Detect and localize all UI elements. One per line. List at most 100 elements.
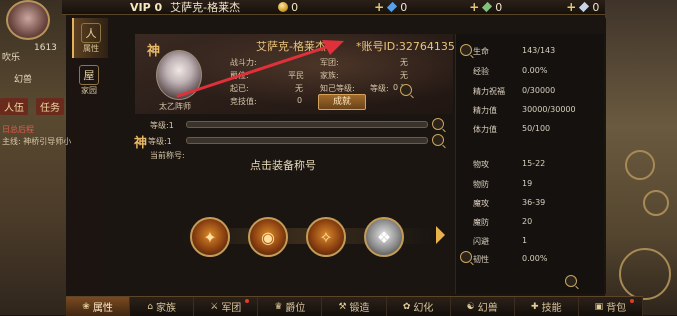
- vtab-label: 属性: [83, 43, 99, 53]
- tab-family[interactable]: ⌂ 家族: [130, 297, 195, 316]
- search-icon[interactable]: [460, 251, 472, 263]
- hero-class: 太乙阵师: [159, 102, 191, 111]
- add-silver-icon[interactable]: +: [566, 0, 576, 14]
- tab-skills[interactable]: ✚ 技能: [515, 297, 579, 316]
- skill-slot-icon[interactable]: [643, 190, 669, 216]
- confidant-level-label: 等级:: [370, 84, 389, 93]
- stat-value: 0.00%: [522, 66, 548, 75]
- skill-blade-ring-icon[interactable]: ✧: [306, 217, 346, 257]
- stat-value: 143/143: [522, 46, 556, 55]
- tab-label: 锻造: [349, 303, 370, 314]
- next-skill-arrow-icon[interactable]: [436, 226, 445, 244]
- gold-coin-icon: [278, 2, 289, 12]
- attack-button[interactable]: [619, 248, 671, 300]
- flower-icon: ❀: [82, 301, 90, 312]
- notification-dot: [629, 299, 634, 303]
- game-world-left: 1613 吹乐 幻兽 人伍 任务 日总后程 主线: 神桥引导师小: [0, 0, 71, 315]
- stat-label: 闪避: [473, 237, 489, 246]
- game-world-right: [605, 0, 677, 315]
- top-currency-bar: VIP 0 艾萨克-格莱杰 0 + 0 + 0 + 0: [62, 0, 605, 15]
- tab-label: 背包: [606, 303, 627, 314]
- family-value: 无: [400, 71, 408, 80]
- stat-value: 36-39: [522, 198, 546, 207]
- confidant-level-value: 0: [393, 83, 399, 92]
- shen-emblem-icon: 神: [147, 44, 161, 59]
- player-name: 艾萨克-格莱杰: [170, 1, 241, 14]
- equip-title-prompt[interactable]: 点击装备称号: [250, 157, 316, 173]
- stat-label: 体力值: [473, 125, 497, 134]
- tab-rank[interactable]: ♛ 爵位: [258, 297, 323, 316]
- search-icon[interactable]: [400, 84, 412, 96]
- add-bound-gem-icon[interactable]: +: [469, 0, 479, 14]
- bottom-tab-bar: ❀ 属性 ⌂ 家族 ⚔ 军团 ♛ 爵位 ⚒ 锻造 ✿ 幻化 ☯ 幻兽 ✚ 技能 …: [66, 296, 643, 316]
- swords-icon: ⚔: [210, 301, 219, 312]
- hero-portrait[interactable]: [156, 50, 202, 100]
- stat-value: 15-22: [522, 159, 546, 168]
- tab-label: 军团: [221, 303, 242, 314]
- bond-value: 无: [295, 84, 303, 93]
- shen-level-icon: 神: [134, 136, 148, 151]
- gem-icon: [387, 1, 398, 13]
- level-row-label: 等级:1: [150, 121, 174, 130]
- stat-label: 物防: [473, 180, 489, 189]
- vip-level[interactable]: VIP 0: [130, 1, 162, 14]
- shen-level-progress-bar: [186, 137, 428, 144]
- shen-level-row-label: 等级:1: [148, 137, 172, 146]
- tab-forge[interactable]: ⚒ 锻造: [322, 297, 387, 316]
- vtab-label: 家园: [81, 85, 97, 95]
- tab-label: 幻化: [413, 303, 434, 314]
- skill-slot-icon[interactable]: [625, 150, 655, 180]
- bound-gem-icon: [482, 1, 493, 13]
- tab-bag[interactable]: ▣ 背包: [579, 297, 643, 316]
- house-icon: 屋: [79, 64, 99, 85]
- stat-value: 19: [522, 179, 533, 188]
- add-gem-icon[interactable]: +: [374, 0, 384, 14]
- achievement-button[interactable]: 成就: [318, 94, 366, 110]
- family-label: 家族:: [320, 71, 339, 80]
- quest-tab[interactable]: 任务: [36, 98, 64, 115]
- legion-label: 军团:: [320, 58, 339, 67]
- gold-amount: 0: [291, 0, 299, 14]
- search-icon[interactable]: [460, 44, 472, 56]
- gem-amount: 0: [400, 0, 408, 14]
- tab-legion[interactable]: ⚔ 军团: [194, 297, 259, 316]
- silver-amount: 0: [592, 0, 600, 14]
- stat-label: 精力值: [473, 106, 497, 115]
- arena-label: 竞技值:: [230, 97, 257, 106]
- bag-icon: ▣: [594, 301, 604, 312]
- silver-icon: [579, 1, 590, 13]
- tab-transform[interactable]: ✿ 幻化: [387, 297, 451, 316]
- home-icon: ⌂: [147, 301, 154, 312]
- hammer-icon: ⚒: [338, 301, 347, 312]
- quest-title[interactable]: 日总后程: [2, 124, 34, 135]
- search-icon[interactable]: [565, 275, 577, 287]
- player-avatar[interactable]: [6, 0, 50, 40]
- current-title-label: 当前称号:: [150, 151, 185, 160]
- quest-description[interactable]: 主线: 神桥引导师小: [2, 136, 71, 147]
- combat-power-label: 战斗力:: [230, 58, 257, 67]
- stat-label: 魔攻: [473, 199, 489, 208]
- search-icon[interactable]: [432, 118, 444, 130]
- stat-value: 30000/30000: [522, 105, 576, 114]
- bound-gem-amount: 0: [495, 0, 503, 14]
- skill-spirit-icon[interactable]: ❖: [364, 217, 404, 257]
- stat-value: 1: [522, 236, 528, 245]
- bond-label: 起已:: [230, 84, 249, 93]
- chat-fragment: 幻兽: [14, 75, 33, 85]
- search-icon[interactable]: [432, 134, 444, 146]
- stat-label: 韧性: [473, 255, 489, 264]
- legion-value: 无: [400, 58, 408, 67]
- skill-meditation-icon[interactable]: ◉: [248, 217, 288, 257]
- team-tab[interactable]: 人伍: [0, 98, 28, 115]
- tab-attributes[interactable]: ❀ 属性: [66, 297, 131, 316]
- skill-fire-slash-icon[interactable]: ✦: [190, 217, 230, 257]
- tab-label: 幻兽: [477, 303, 498, 314]
- stat-label: 魔防: [473, 218, 489, 227]
- notification-dot: [245, 299, 250, 303]
- chat-fragment: 吹乐: [2, 53, 21, 63]
- vtab-attributes[interactable]: 人 属性: [72, 18, 108, 58]
- vtab-home[interactable]: 屋 家园: [72, 60, 106, 100]
- stat-label: 物攻: [473, 160, 489, 169]
- rank-value: 平民: [288, 71, 304, 80]
- tab-beast[interactable]: ☯ 幻兽: [451, 297, 515, 316]
